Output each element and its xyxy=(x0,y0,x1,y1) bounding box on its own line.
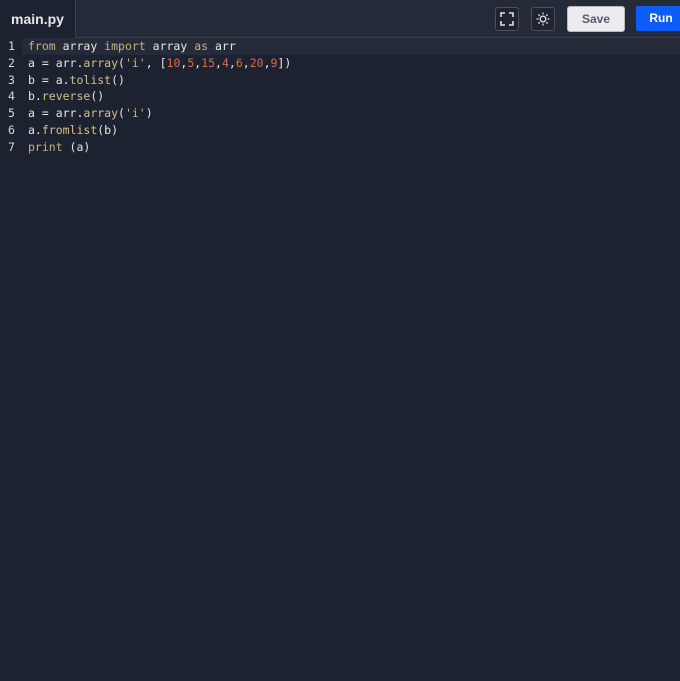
code-token: from xyxy=(28,39,56,53)
line-number: 5 xyxy=(8,106,15,121)
code-line[interactable]: 5 a = arr.array('i') xyxy=(0,105,680,122)
code-token: (b) xyxy=(97,122,119,137)
code-token: 'i' xyxy=(124,106,146,121)
code-token: b = a. xyxy=(28,72,70,87)
code-token: () xyxy=(111,72,125,87)
code-token: 'i' xyxy=(124,55,146,70)
code-token: 6 xyxy=(235,55,243,70)
code-token: , xyxy=(215,55,222,70)
code-text[interactable]: a.fromlist(b) xyxy=(22,122,680,139)
code-token: 15 xyxy=(201,55,216,70)
code-token: , xyxy=(242,55,250,70)
code-token: tolist xyxy=(69,72,112,87)
code-token: ( xyxy=(118,55,125,70)
code-token: reverse xyxy=(41,89,91,104)
code-token: ) xyxy=(145,106,153,121)
code-token: a = arr. xyxy=(28,55,84,70)
code-token: a. xyxy=(28,122,42,137)
code-editor[interactable]: 1 from array import array as arr 2 a = arr.… xyxy=(0,38,680,156)
line-number: 1 xyxy=(8,39,15,53)
save-button[interactable]: Save xyxy=(567,6,625,32)
code-text[interactable]: a = arr.array('i') xyxy=(22,105,680,122)
code-line[interactable]: 7 print (a) xyxy=(0,139,680,156)
code-line[interactable]: 6 a.fromlist(b) xyxy=(0,122,680,139)
code-text[interactable]: b = a.tolist() xyxy=(22,72,680,89)
line-number: 2 xyxy=(8,55,15,70)
code-token: import xyxy=(104,39,146,53)
code-text[interactable]: b.reverse() xyxy=(22,88,680,105)
line-number: 6 xyxy=(8,122,15,137)
run-button[interactable]: Run xyxy=(636,6,680,31)
code-token: fromlist xyxy=(41,122,98,137)
code-token: (a) xyxy=(62,139,91,154)
code-token: () xyxy=(90,89,105,104)
code-token: 10 xyxy=(166,55,181,70)
code-token: , xyxy=(263,55,271,70)
code-token: , xyxy=(228,55,236,70)
code-line[interactable]: 3 b = a.tolist() xyxy=(0,72,680,89)
code-token: b. xyxy=(28,89,42,104)
line-number: 7 xyxy=(8,139,15,154)
code-token: 4 xyxy=(221,55,229,70)
code-line[interactable]: 4 b.reverse() xyxy=(0,88,680,105)
code-text[interactable]: a = arr.array('i', [10,5,15,4,6,20,9]) xyxy=(22,55,680,72)
tab-main-py[interactable]: main.py xyxy=(0,0,76,38)
code-line[interactable]: 2 a = arr.array('i', [10,5,15,4,6,20,9]) xyxy=(0,55,680,72)
code-token: array xyxy=(145,39,195,53)
code-token: a = arr. xyxy=(28,106,84,121)
code-line[interactable]: 1 from array import array as arr xyxy=(0,38,680,55)
code-token: as xyxy=(194,39,209,53)
code-token: ( xyxy=(118,106,125,121)
code-token: array xyxy=(83,106,119,121)
code-token: array xyxy=(55,39,105,53)
code-token: array xyxy=(83,55,119,70)
fullscreen-icon[interactable] xyxy=(495,7,519,31)
code-token: arr xyxy=(208,39,236,53)
code-token: ]) xyxy=(277,55,292,70)
code-text[interactable]: from array import array as arr xyxy=(22,38,680,55)
top-bar: main.py Save Run xyxy=(0,0,680,38)
sun-icon[interactable] xyxy=(531,7,555,31)
code-text[interactable]: print (a) xyxy=(22,139,680,156)
code-token: , [ xyxy=(145,55,167,70)
line-number: 3 xyxy=(8,72,15,87)
line-number: 4 xyxy=(8,89,15,104)
code-token: print xyxy=(28,139,63,154)
code-token: 20 xyxy=(249,55,264,70)
